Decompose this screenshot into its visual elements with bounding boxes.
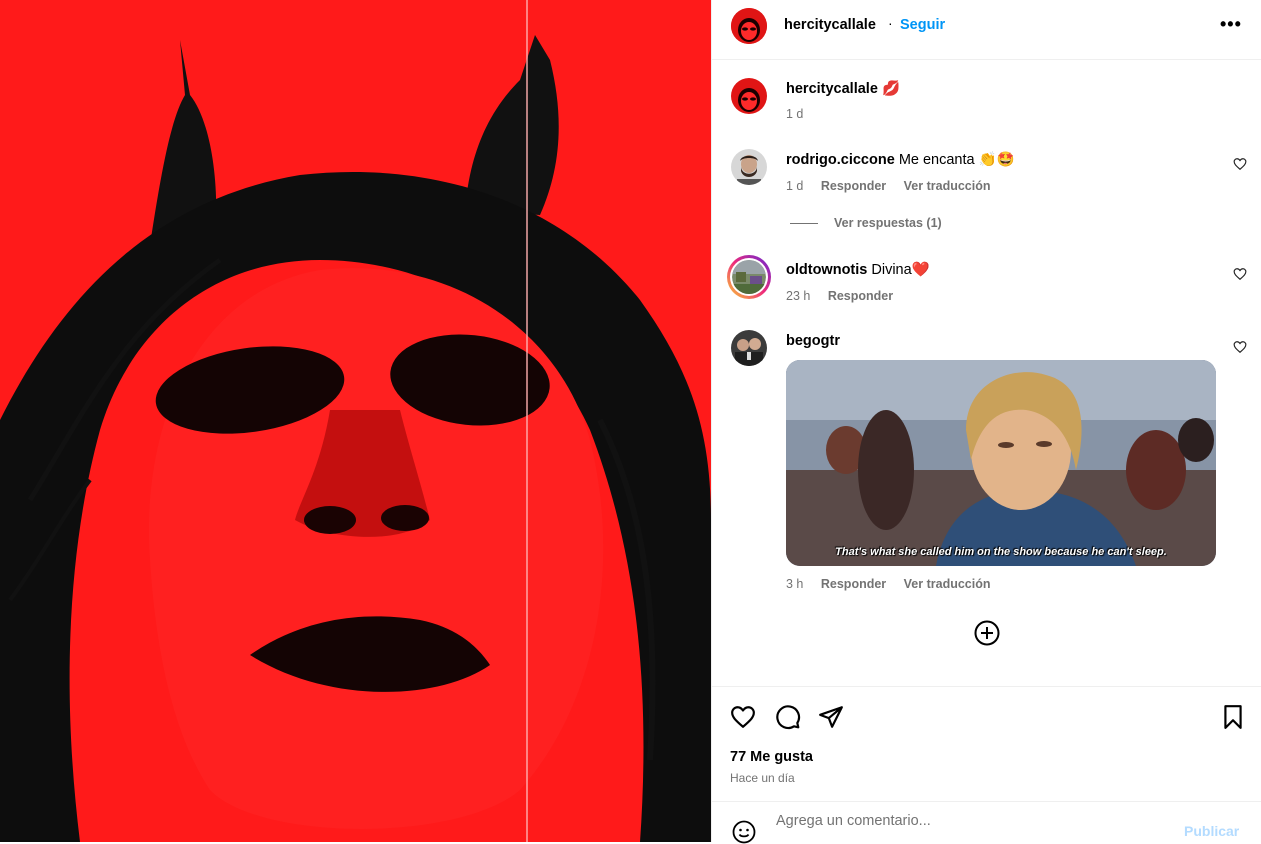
posted-time[interactable]: Hace un día [730,771,795,785]
add-comment-bar: Publicar [712,801,1261,844]
follow-button[interactable]: Seguir [900,17,945,33]
story-ring[interactable] [727,255,771,299]
comment-text: Divina❤️ [871,262,930,278]
replies-divider [790,223,818,224]
comment-avatar[interactable] [731,330,767,366]
publish-button[interactable]: Publicar [1184,823,1239,839]
post-detail-panel: hercitycallale · Seguir ••• hercitycalla… [711,0,1261,844]
reply-button[interactable]: Responder [821,179,886,193]
rodrigo-avatar-image [731,149,767,185]
comment-gif[interactable]: That's what she called him on the show b… [786,360,1216,566]
comment-meta: 1 d Responder Ver traducción [786,179,1005,193]
oldtownotis-avatar-image [732,260,766,294]
comment-time[interactable]: 1 d [786,179,803,193]
post-image[interactable] [0,0,711,842]
comment-icon[interactable] [775,704,801,730]
gif-caption: That's what she called him on the show b… [835,546,1167,558]
caption: hercitycallale 💋 [786,80,900,97]
reply-button[interactable]: Responder [821,577,886,591]
comment-like-heart-icon[interactable] [1233,267,1247,281]
comment-time[interactable]: 23 h [786,289,810,303]
heart-icon[interactable] [730,704,756,730]
comment-like-heart-icon[interactable] [1233,157,1247,171]
translate-button[interactable]: Ver traducción [904,179,991,193]
comment-input[interactable] [774,812,1158,830]
plus-circle-icon[interactable] [974,620,1000,646]
comment-avatar[interactable] [731,149,767,185]
caption-avatar[interactable] [731,78,767,114]
likes-count[interactable]: 77 Me gusta [730,749,813,765]
comment-meta: 23 h Responder [786,289,907,303]
comment-username[interactable]: rodrigo.ciccone [786,152,895,168]
caption-username[interactable]: hercitycallale [786,81,878,97]
gif-image [786,360,1216,566]
comment-text: Me encanta 👏🤩 [898,152,1015,168]
emoji-icon[interactable] [732,820,756,844]
comment-like-heart-icon[interactable] [1233,340,1247,354]
comment-body: rodrigo.ciccone Me encanta 👏🤩 [786,151,1015,168]
comment-time[interactable]: 3 h [786,577,803,591]
caption-time[interactable]: 1 d [786,107,803,121]
comment-meta: 3 h Responder Ver traducción [786,577,1005,591]
caption-text: 💋 [881,81,900,97]
post-actions: 77 Me gusta Hace un día [712,686,1261,801]
translate-button[interactable]: Ver traducción [904,577,991,591]
reply-button[interactable]: Responder [828,289,893,303]
post-header: hercitycallale · Seguir ••• [712,0,1261,60]
comment-username[interactable]: begogtr [786,333,840,349]
story-ring-gap [730,258,768,296]
caption-avatar-image [731,78,767,114]
author-avatar[interactable] [731,8,767,44]
send-icon[interactable] [818,704,844,730]
post-photo [0,0,711,842]
comment-body: begogtr [786,333,840,349]
caption-meta: 1 d [786,107,817,121]
view-replies-button[interactable]: Ver respuestas (1) [834,216,942,230]
header-separator: · [888,15,893,31]
bookmark-icon[interactable] [1220,704,1246,730]
author-username[interactable]: hercitycallale [784,17,876,33]
comment-username[interactable]: oldtownotis [786,262,867,278]
author-avatar-image [731,8,767,44]
more-options-icon[interactable]: ••• [1220,14,1242,35]
begogtr-avatar-image [731,330,767,366]
comment-body: oldtownotis Divina❤️ [786,261,930,278]
